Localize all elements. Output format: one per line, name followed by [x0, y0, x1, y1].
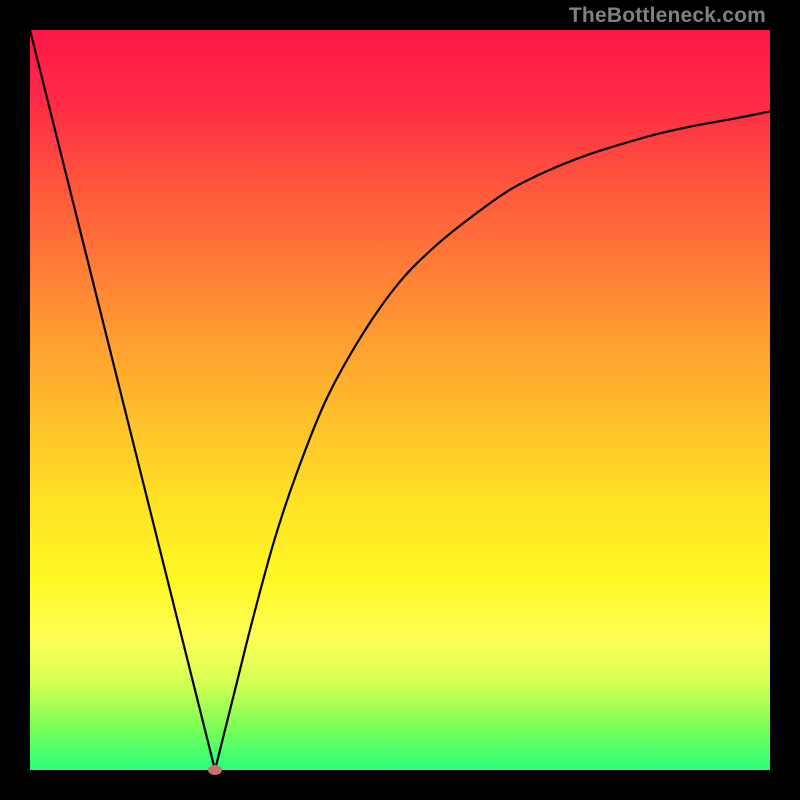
curve-svg: [30, 30, 770, 770]
chart-frame: TheBottleneck.com: [0, 0, 800, 800]
watermark-text: TheBottleneck.com: [569, 4, 766, 28]
plot-area: [30, 30, 770, 770]
minimum-marker: [208, 765, 222, 775]
bottleneck-curve: [30, 30, 770, 770]
